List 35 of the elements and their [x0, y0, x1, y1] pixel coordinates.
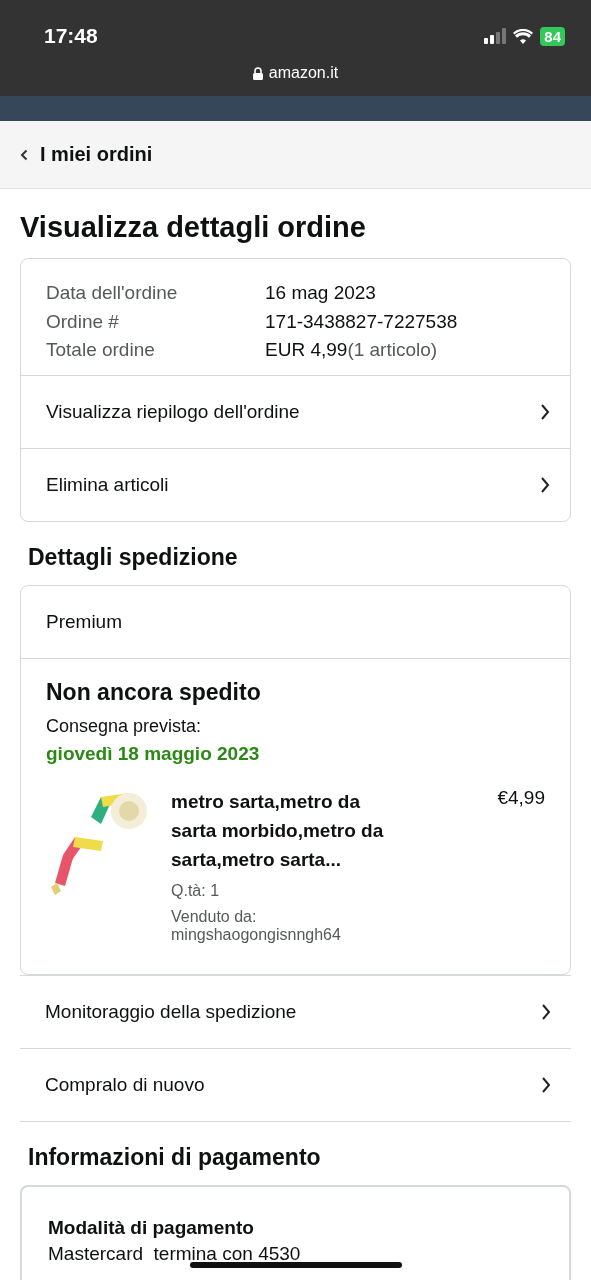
shipment-link[interactable]: Compralo di nuovo: [20, 1048, 571, 1122]
signal-icon: [484, 28, 507, 44]
order-value: 16 mag 2023: [265, 281, 376, 305]
order-value: 171-3438827-7227538: [265, 309, 458, 334]
shipping-service: Premium: [21, 585, 570, 659]
order-value: EUR 4,99(1 articolo): [265, 338, 438, 362]
quantity-text: Q.tà: 1: [171, 881, 221, 900]
delivery-date: giovedì 18 maggio 2023: [46, 742, 261, 765]
chevron-left-icon: [20, 148, 28, 161]
clock-time: 17:48: [44, 24, 98, 48]
payment-label: Modalità di pagamento: [48, 1216, 255, 1239]
lock-icon: [252, 66, 263, 80]
product-title[interactable]: metro sarta,metro da sarta morbido,metro da sarta,metro sarta...: [171, 786, 401, 874]
shipment-link[interactable]: Monitoraggio della spedizione: [20, 974, 571, 1049]
order-label: Totale ordine: [46, 338, 156, 362]
chevron-right-icon: [540, 402, 550, 421]
delivery-label: Consegna prevista:: [46, 715, 203, 737]
order-link[interactable]: Elimina articoli: [21, 447, 570, 521]
chevron-right-icon: [541, 1075, 551, 1094]
item-price: €4,99: [497, 786, 545, 810]
shipment-status: Non ancora spedito: [46, 678, 262, 706]
payment-method: Mastercard termina con 4530: [48, 1242, 302, 1265]
section-heading: Informazioni di pagamento: [28, 1143, 322, 1171]
order-label: Data dell'ordine: [46, 281, 179, 305]
chevron-right-icon: [541, 1002, 551, 1021]
page-title: Visualizza dettagli ordine: [20, 211, 367, 244]
back-link[interactable]: I miei ordini: [20, 143, 153, 166]
order-label: Ordine #: [46, 309, 120, 334]
address-text: amazon.it: [268, 64, 339, 82]
chevron-right-icon: [540, 475, 550, 494]
seller-text: Venduto da: mingshaogongisnngh64: [171, 907, 342, 944]
battery-level: 84: [540, 26, 565, 46]
order-link[interactable]: Visualizza riepilogo dell'ordine: [21, 374, 570, 448]
wifi-icon: [513, 28, 534, 44]
section-heading: Dettagli spedizione: [28, 543, 239, 571]
